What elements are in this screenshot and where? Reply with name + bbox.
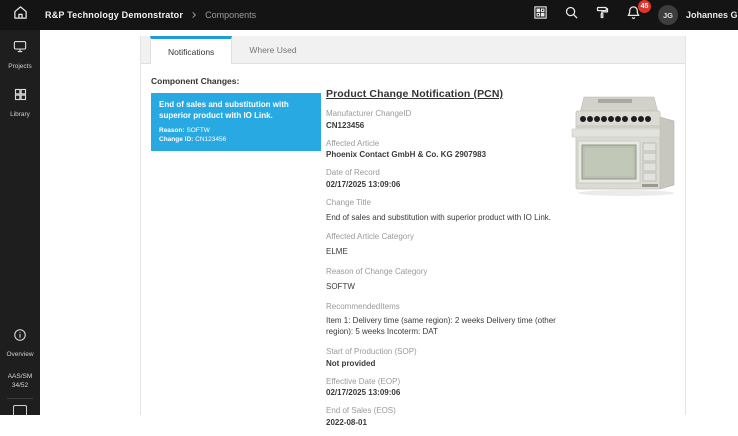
aas-sm-counter: AAS/SM 34/52 (8, 372, 33, 390)
notification-count-badge: 45 (638, 0, 651, 13)
sidebar-item-label: Overview (6, 351, 33, 358)
main-area: Notifications Where Used Component Chang… (40, 30, 738, 415)
pcn-field-label: Affected Article (326, 139, 568, 150)
sidebar-divider (7, 398, 33, 399)
home-button[interactable] (0, 0, 40, 30)
avatar[interactable]: JG (658, 5, 678, 25)
sidebar-item-label: Library (10, 111, 30, 118)
pcn-field-value: SOFTW (326, 282, 568, 293)
pcn-field: Affected Article Category ELME (326, 232, 568, 258)
home-icon (13, 5, 28, 25)
pcn-field-label: Affected Article Category (326, 232, 568, 243)
pcn-detail-column: Product Change Notification (PCN) Manufa… (326, 73, 568, 436)
pcn-heading: Product Change Notification (PCN) (326, 88, 568, 100)
card-body: Component Changes: End of sales and subs… (141, 64, 685, 436)
topbar: R&P Technology Demonstrator Components (0, 0, 738, 30)
pcn-field-value: Phoenix Contact GmbH & Co. KG 2907983 (326, 150, 568, 161)
sidebar-item-label: Projects (8, 63, 31, 70)
search-button[interactable] (560, 4, 582, 26)
change-notification-card[interactable]: End of sales and substitution with super… (151, 93, 321, 151)
pcn-field-value: ELME (326, 247, 568, 258)
pcn-field: Affected Article Phoenix Contact GmbH & … (326, 139, 568, 162)
pcn-field-label: RecommendedItems (326, 302, 568, 313)
pcn-field-value: End of sales and substitution with super… (326, 213, 568, 224)
paint-roller-icon (595, 5, 610, 25)
notifications-button[interactable]: 45 (622, 4, 644, 26)
pcn-field: Manufacturer ChangeID CN123456 (326, 109, 568, 132)
pcn-field-value: 02/17/2025 13:09:06 (326, 388, 568, 399)
sidebar-item-projects[interactable]: Projects (0, 30, 40, 78)
chevron-right-icon (190, 11, 198, 19)
section-title: Component Changes: (151, 76, 321, 86)
qr-scan-button[interactable] (529, 4, 551, 26)
pcn-field: Effective Date (EOP) 02/17/2025 13:09:06 (326, 377, 568, 400)
pcn-field-label: Start of Production (SOP) (326, 347, 568, 358)
pcn-field: Start of Production (SOP) Not provided (326, 347, 568, 370)
pcn-field-label: Manufacturer ChangeID (326, 109, 568, 120)
pcn-field-label: Date of Record (326, 168, 568, 179)
product-image-column (568, 73, 688, 436)
change-notification-title: End of sales and substitution with super… (159, 100, 313, 122)
pcn-field: Date of Record 02/17/2025 13:09:06 (326, 168, 568, 191)
search-icon (564, 5, 579, 25)
change-notification-reason: Reason: SOFTW (159, 126, 313, 136)
monitor-icon (12, 39, 28, 59)
paint-roller-button[interactable] (591, 4, 613, 26)
pcn-fields: Manufacturer ChangeID CN123456 Affected … (326, 109, 568, 429)
sidebar-item-library[interactable]: Library (0, 78, 40, 126)
pcn-field: Change Title End of sales and substituti… (326, 198, 568, 224)
pcn-field-value: 02/17/2025 13:09:06 (326, 180, 568, 191)
grid-icon (13, 87, 28, 107)
pcn-field-label: Effective Date (EOP) (326, 377, 568, 388)
tab-where-used[interactable]: Where Used (232, 36, 313, 63)
pcn-field-value: 2022-08-01 (326, 418, 568, 429)
pcn-field-label: Change Title (326, 198, 568, 209)
product-photo-din-rail-meter (568, 87, 686, 436)
sidebar: Projects Library Overview AAS/SM 34/52 (0, 30, 40, 415)
component-changes-column: Component Changes: End of sales and subs… (151, 73, 321, 436)
qr-scan-icon (533, 5, 548, 25)
breadcrumb-current[interactable]: Components (205, 10, 256, 20)
partial-icon[interactable] (13, 405, 27, 415)
pcn-field-label: Reason of Change Category (326, 267, 568, 278)
pcn-field: End of Sales (EOS) 2022-08-01 (326, 406, 568, 429)
pcn-field-value: CN123456 (326, 121, 568, 132)
pcn-field: RecommendedItems Item 1: Delivery time (… (326, 302, 568, 338)
sidebar-item-overview[interactable]: Overview (0, 319, 40, 366)
pcn-field-label: End of Sales (EOS) (326, 406, 568, 417)
info-icon (13, 328, 27, 347)
change-notification-id: Change ID: CN123456 (159, 135, 313, 145)
tab-notifications[interactable]: Notifications (150, 36, 232, 64)
breadcrumb-root[interactable]: R&P Technology Demonstrator (45, 10, 183, 20)
pcn-field: Reason of Change Category SOFTW (326, 267, 568, 293)
pcn-field-value: Not provided (326, 359, 568, 370)
components-card: Notifications Where Used Component Chang… (140, 36, 686, 415)
user-name[interactable]: Johannes G (686, 10, 738, 20)
tab-strip: Notifications Where Used (141, 36, 685, 64)
pcn-field-value: Item 1: Delivery time (same region): 2 w… (326, 316, 568, 338)
